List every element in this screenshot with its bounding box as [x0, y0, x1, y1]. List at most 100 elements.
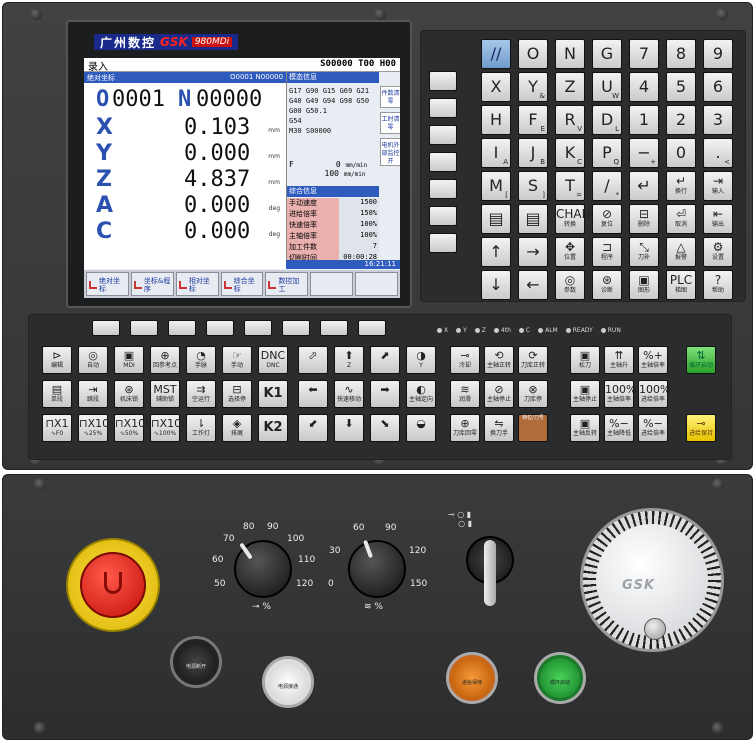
keypad-key[interactable]: ? 帮助 — [703, 270, 733, 300]
keypad-key[interactable]: // — [481, 39, 511, 69]
keypad-key[interactable]: ⏎ 取消 — [666, 204, 696, 234]
keypad-blank-key[interactable] — [429, 98, 457, 118]
keypad-blank-key[interactable] — [429, 179, 457, 199]
operator-key[interactable]: %+ 主轴倍率 — [638, 346, 668, 374]
keypad-key[interactable]: S] — [518, 171, 548, 201]
keypad-key[interactable]: PLC 梯图 — [666, 270, 696, 300]
keypad-key[interactable]: ↑ — [481, 237, 511, 267]
operator-key[interactable]: ◑ Y — [406, 346, 436, 374]
operator-key[interactable]: ⊕ 回参考点 — [150, 346, 180, 374]
keypad-key[interactable]: H — [481, 105, 511, 135]
keypad-key[interactable]: X — [481, 72, 511, 102]
operator-key[interactable]: ⊗ 刀库停 — [518, 380, 548, 408]
keypad-key[interactable]: 9 — [703, 39, 733, 69]
operator-key[interactable]: ⊓X1 ∿F0 — [42, 414, 72, 442]
keypad-blank-key[interactable] — [429, 71, 457, 91]
operator-key[interactable]: ⊘ 主轴停止 — [484, 380, 514, 408]
keypad-key[interactable]: ⊟ 删除 — [629, 204, 659, 234]
operator-key[interactable]: ⬅ — [298, 380, 328, 408]
keypad-key[interactable]: UW — [592, 72, 622, 102]
operator-key[interactable]: K2 — [258, 414, 288, 442]
keypad-key[interactable]: IA — [481, 138, 511, 168]
keypad-key[interactable]: KC — [555, 138, 585, 168]
operator-key[interactable]: ☞ 手动 — [222, 346, 252, 374]
keypad-key[interactable]: ✥ 位置 — [555, 237, 585, 267]
operator-key[interactable]: ⬀ — [298, 346, 328, 374]
tab-reset-time[interactable]: 工时清零 — [380, 112, 400, 134]
operator-key[interactable]: ◎ 自动 — [78, 346, 108, 374]
operator-key[interactable]: ⊓X100 ∿50% — [114, 414, 152, 442]
feed-hold-key[interactable]: ⊸ 进给保持 — [686, 414, 716, 442]
softkey-blank[interactable] — [355, 272, 399, 296]
softkey-4[interactable]: 数控加工 — [265, 272, 309, 296]
operator-key[interactable]: ◐ 主轴定向 — [406, 380, 436, 408]
operator-key[interactable]: ⇈ 主轴升 — [604, 346, 634, 374]
operator-key[interactable]: ⟲ 主轴正转 — [484, 346, 514, 374]
operator-key[interactable]: ◈ 排屑 — [222, 414, 252, 442]
keypad-key[interactable]: ⊘ 复位 — [592, 204, 622, 234]
keypad-key[interactable]: 8 — [666, 39, 696, 69]
operator-key[interactable]: ⊓X1000 ∿100% — [150, 414, 195, 442]
keypad-key[interactable]: ⇥ 输入 — [703, 171, 733, 201]
keypad-key[interactable]: 7 — [629, 39, 659, 69]
keypad-key[interactable]: − + — [629, 138, 659, 168]
operator-key[interactable]: ▣ MDI — [114, 346, 144, 374]
keypad-key[interactable]: 4 — [629, 72, 659, 102]
operator-key[interactable]: 100% 进给倍率 — [638, 380, 670, 408]
tab-reset-count[interactable]: 件数清零 — [380, 86, 400, 108]
keypad-key[interactable]: JB — [518, 138, 548, 168]
operator-key[interactable]: ⬊ — [370, 414, 400, 442]
operator-key[interactable]: %− 主轴降低 — [604, 414, 634, 442]
spindle-override-knob[interactable] — [348, 540, 406, 598]
operator-key[interactable]: ⇉ 空运行 — [186, 380, 216, 408]
keypad-key[interactable]: 2 — [666, 105, 696, 135]
keypad-key[interactable]: T = — [555, 171, 585, 201]
keypad-key[interactable]: ⚙ 设置 — [703, 237, 733, 267]
operator-key[interactable]: ▤ 单段 — [42, 380, 72, 408]
operator-key[interactable]: MST 辅助锁 — [150, 380, 180, 408]
keypad-key[interactable]: 6 — [703, 72, 733, 102]
softkey-2[interactable]: 相对坐标 — [175, 272, 219, 296]
softkey-3[interactable]: 综合坐标 — [220, 272, 264, 296]
operator-key[interactable]: ▣ 主轴反转 — [570, 414, 600, 442]
operator-key[interactable]: ⇂ 工作灯 — [186, 414, 216, 442]
operator-key[interactable]: ⊳ 编辑 — [42, 346, 72, 374]
keypad-key[interactable]: / * — [592, 171, 622, 201]
keypad-key[interactable]: M[ — [481, 171, 511, 201]
keypad-key[interactable]: ⊐ 程序 — [592, 237, 622, 267]
operator-key[interactable]: ◔ 手脉 — [186, 346, 216, 374]
operator-key[interactable]: ∿ 快速移动 — [334, 380, 364, 408]
handwheel-handle[interactable] — [644, 618, 666, 640]
keypad-key[interactable]: ⊛ 诊断 — [592, 270, 622, 300]
operator-key[interactable]: ⇥ 跳段 — [78, 380, 108, 408]
keypad-key[interactable]: ◎ 参数 — [555, 270, 585, 300]
operator-key[interactable]: ⟳ 刀库正转 — [518, 346, 548, 374]
cycle-start-key[interactable]: ⇅ 循环启动 — [686, 346, 716, 374]
keypad-key[interactable]: O — [518, 39, 548, 69]
keypad-key[interactable]: 1 — [629, 105, 659, 135]
keypad-key[interactable]: 5 — [666, 72, 696, 102]
operator-key[interactable]: ⊸ 冷却 — [450, 346, 480, 374]
keypad-key[interactable]: ↓ — [481, 270, 511, 300]
operator-key[interactable]: K1 — [258, 380, 288, 408]
softkey-blank[interactable] — [310, 272, 354, 296]
operator-key[interactable]: ⊛ 机床锁 — [114, 380, 144, 408]
keypad-key[interactable]: CHANGE 转换 — [555, 204, 607, 234]
keypad-key[interactable]: ▤ — [481, 204, 511, 234]
keypad-key[interactable]: ▣ 图形 — [629, 270, 659, 300]
keypad-key[interactable]: 0 — [666, 138, 696, 168]
keypad-key[interactable]: → — [518, 237, 548, 267]
softkey-1[interactable]: 坐标&程序 — [130, 272, 174, 296]
keypad-key[interactable]: PQ — [592, 138, 622, 168]
operator-key[interactable]: ≋ 润滑 — [450, 380, 480, 408]
operator-key[interactable]: DNC DNC — [258, 346, 288, 374]
keypad-key[interactable]: DL — [592, 105, 622, 135]
operator-key[interactable]: ⬇ — [334, 414, 364, 442]
keypad-key[interactable]: ↵ — [629, 171, 659, 201]
operator-key[interactable]: %− 进给倍率 — [638, 414, 668, 442]
keypad-key[interactable]: FE — [518, 105, 548, 135]
keypad-key[interactable]: N — [555, 39, 585, 69]
keypad-blank-key[interactable] — [429, 206, 457, 226]
keypad-key[interactable]: 3 — [703, 105, 733, 135]
operator-key[interactable]: ⬋ — [298, 414, 328, 442]
